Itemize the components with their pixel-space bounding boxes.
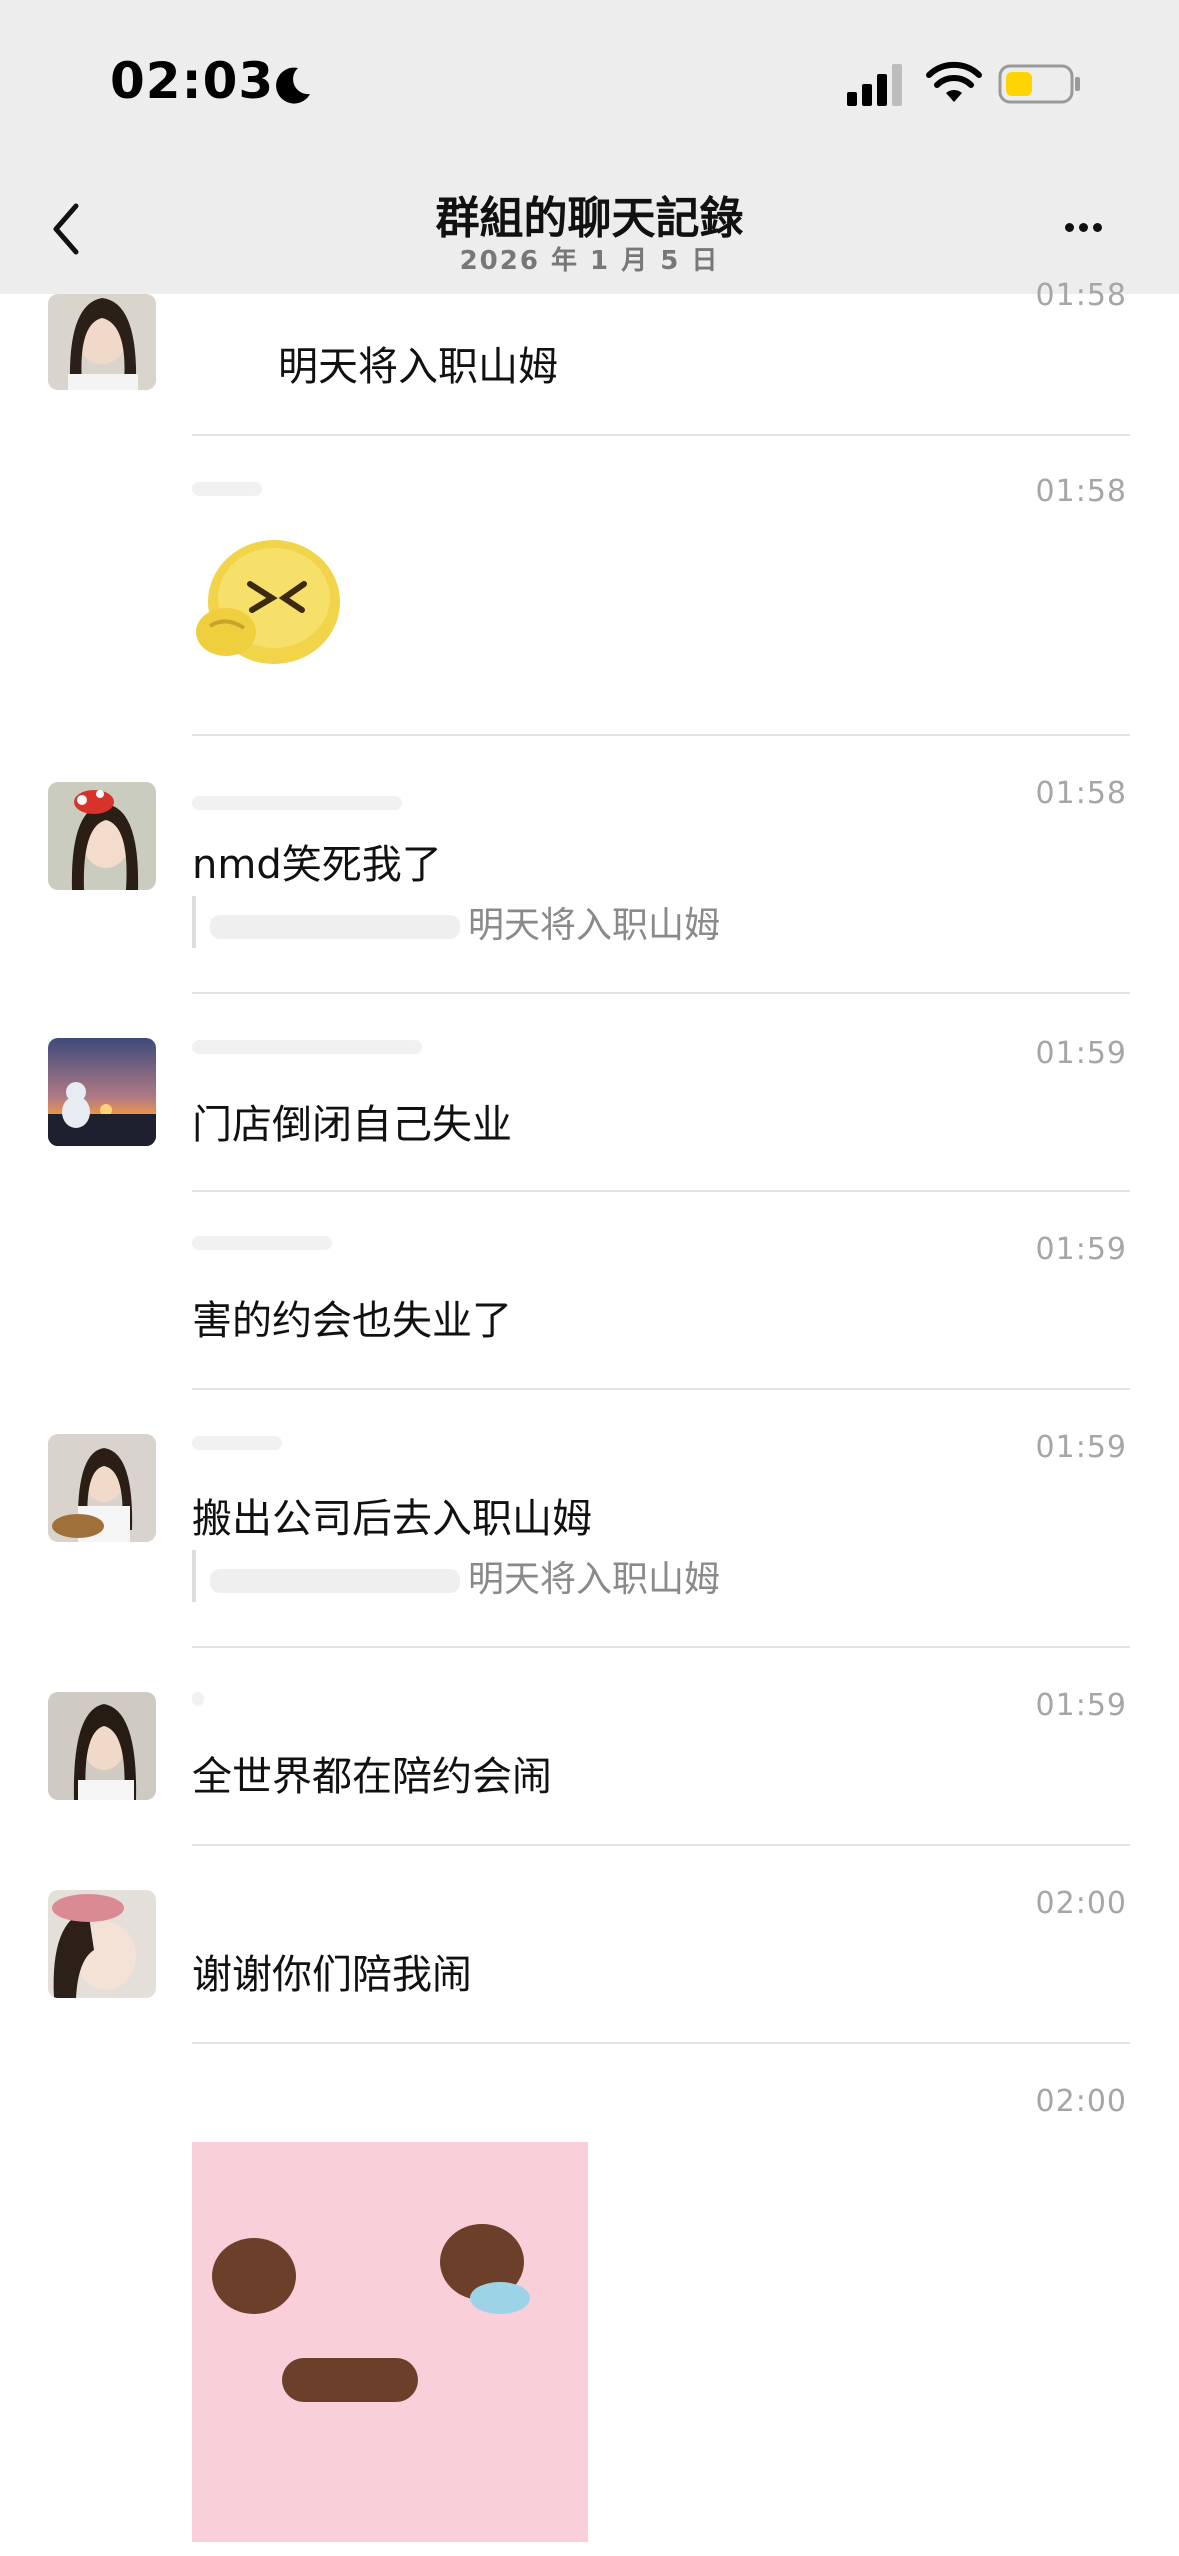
message-time: 01:58 xyxy=(1035,474,1127,509)
header: 02:03 群組的聊天記錄 2026 年 1 月 5 日 xyxy=(0,0,1179,294)
sender-name xyxy=(192,482,262,496)
message-text: 谢谢你们陪我闹 xyxy=(192,1952,472,1998)
cellular-signal-icon xyxy=(847,64,902,106)
divider xyxy=(192,1190,1130,1192)
message-text: 搬出公司后去入职山姆 xyxy=(192,1496,592,1542)
avatar[interactable] xyxy=(48,1038,156,1146)
sender-name xyxy=(192,1040,422,1054)
divider xyxy=(192,434,1130,436)
divider xyxy=(192,1844,1130,1846)
status-bar: 02:03 xyxy=(0,0,1179,170)
message-text: 门店倒闭自己失业 xyxy=(192,1102,512,1148)
divider xyxy=(192,734,1130,736)
message-time: 02:00 xyxy=(1035,1886,1127,1921)
crying-laughing-emoji-sticker[interactable] xyxy=(192,528,350,686)
message-time: 01:59 xyxy=(1035,1430,1127,1465)
divider xyxy=(192,1646,1130,1648)
pink-teary-face-sticker[interactable] xyxy=(192,2142,588,2542)
wifi-icon xyxy=(926,61,982,102)
message-time: 01:59 xyxy=(1035,1688,1127,1723)
avatar[interactable] xyxy=(48,294,156,390)
message-text: 全世界都在陪约会闹 xyxy=(192,1754,552,1800)
chat-date: 2026 年 1 月 5 日 xyxy=(459,246,720,276)
message-text: nmd笑死我了 xyxy=(192,842,442,888)
sender-name xyxy=(192,1692,204,1706)
divider xyxy=(192,1388,1130,1390)
message-time: 01:59 xyxy=(1035,1232,1127,1267)
message-text: 明天将入职山姆 xyxy=(278,344,558,390)
avatar[interactable] xyxy=(48,1434,156,1542)
message-time: 01:59 xyxy=(1035,1036,1127,1071)
quoted-message[interactable]: 明天将入职山姆 xyxy=(192,896,720,948)
sender-name xyxy=(192,1436,282,1450)
sender-name xyxy=(192,796,402,810)
page-title: 群組的聊天記錄 xyxy=(435,193,744,244)
moon-icon xyxy=(276,67,310,104)
quoted-message[interactable]: 明天将入职山姆 xyxy=(192,1550,720,1602)
message-time: 01:58 xyxy=(1035,278,1127,313)
divider xyxy=(192,992,1130,994)
sender-name xyxy=(192,1236,332,1250)
navigation-bar: 群組的聊天記錄 2026 年 1 月 5 日 xyxy=(0,170,1179,294)
avatar[interactable] xyxy=(48,1890,156,1998)
message-time: 01:58 xyxy=(1035,776,1127,811)
avatar[interactable] xyxy=(48,1692,156,1800)
message-text: 害的约会也失业了 xyxy=(192,1298,512,1344)
avatar[interactable] xyxy=(48,782,156,890)
battery-icon xyxy=(998,64,1080,104)
divider xyxy=(192,2042,1130,2044)
ellipsis-icon[interactable] xyxy=(1065,208,1125,248)
status-time: 02:03 xyxy=(110,52,275,110)
message-time: 02:00 xyxy=(1035,2084,1127,2119)
